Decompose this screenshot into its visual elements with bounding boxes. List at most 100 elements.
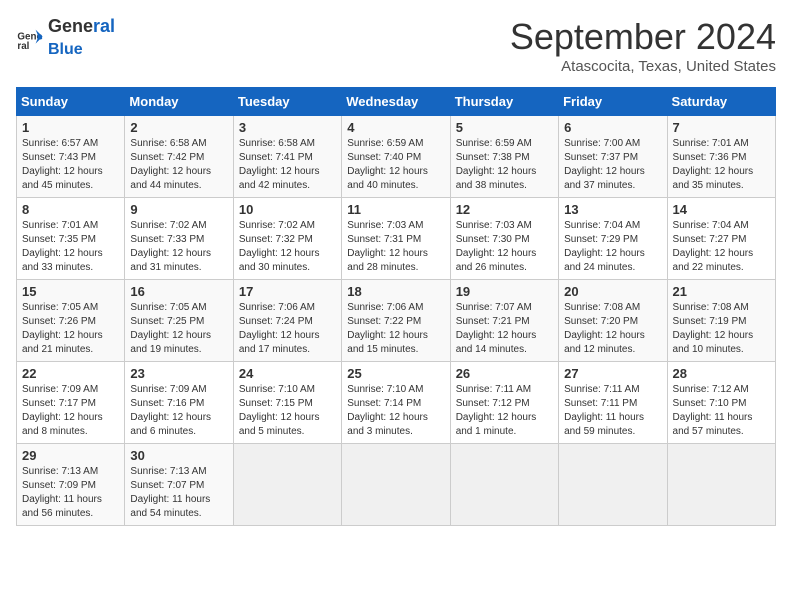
table-row: 27 Sunrise: 7:11 AMSunset: 7:11 PMDayligh… — [559, 362, 667, 444]
table-row: 20 Sunrise: 7:08 AMSunset: 7:20 PMDayligh… — [559, 280, 667, 362]
title-area: September 2024 Atascocita, Texas, United… — [510, 16, 776, 75]
table-row — [559, 444, 667, 526]
day-number: 28 — [673, 366, 770, 381]
table-row: 2 Sunrise: 6:58 AMSunset: 7:42 PMDaylight… — [125, 116, 233, 198]
cell-info: Sunrise: 7:03 AMSunset: 7:30 PMDaylight:… — [456, 220, 537, 273]
table-row: 13Sunrise: 7:04 AMSunset: 7:29 PMDayligh… — [559, 198, 667, 280]
col-thursday: Thursday — [450, 88, 558, 116]
calendar-week-row: 22Sunrise: 7:09 AMSunset: 7:17 PMDayligh… — [17, 362, 776, 444]
cell-info: Sunrise: 7:10 AMSunset: 7:15 PMDaylight:… — [239, 384, 320, 437]
day-number: 19 — [456, 284, 553, 299]
cell-info: Sunrise: 7:09 AMSunset: 7:16 PMDaylight:… — [130, 384, 211, 437]
table-row: 6 Sunrise: 7:00 AMSunset: 7:37 PMDaylight… — [559, 116, 667, 198]
table-row: 29Sunrise: 7:13 AMSunset: 7:09 PMDayligh… — [17, 444, 125, 526]
table-row — [450, 444, 558, 526]
cell-info: Sunrise: 7:10 AMSunset: 7:14 PMDaylight:… — [347, 384, 428, 437]
day-number: 7 — [673, 120, 770, 135]
day-number: 9 — [130, 202, 227, 217]
cell-info: Sunrise: 6:58 AMSunset: 7:42 PMDaylight:… — [130, 138, 211, 191]
table-row: 19 Sunrise: 7:07 AMSunset: 7:21 PMDayligh… — [450, 280, 558, 362]
table-row: 12 Sunrise: 7:03 AMSunset: 7:30 PMDayligh… — [450, 198, 558, 280]
table-row: 28 Sunrise: 7:12 AMSunset: 7:10 PMDayligh… — [667, 362, 775, 444]
table-row: 10 Sunrise: 7:02 AMSunset: 7:32 PMDayligh… — [233, 198, 341, 280]
day-number: 14 — [673, 202, 770, 217]
table-row: 5Sunrise: 6:59 AMSunset: 7:38 PMDaylight… — [450, 116, 558, 198]
calendar-week-row: 29Sunrise: 7:13 AMSunset: 7:09 PMDayligh… — [17, 444, 776, 526]
table-row: 23 Sunrise: 7:09 AMSunset: 7:16 PMDayligh… — [125, 362, 233, 444]
cell-info: Sunrise: 7:08 AMSunset: 7:19 PMDaylight:… — [673, 302, 754, 355]
table-row: 14 Sunrise: 7:04 AMSunset: 7:27 PMDayligh… — [667, 198, 775, 280]
col-saturday: Saturday — [667, 88, 775, 116]
cell-info: Sunrise: 7:02 AMSunset: 7:33 PMDaylight:… — [130, 220, 211, 273]
cell-info: Sunrise: 7:01 AMSunset: 7:35 PMDaylight:… — [22, 220, 103, 273]
logo: Gene ral B General Blue — [16, 16, 115, 59]
cell-info: Sunrise: 7:08 AMSunset: 7:20 PMDaylight:… — [564, 302, 645, 355]
day-number: 20 — [564, 284, 661, 299]
day-number: 26 — [456, 366, 553, 381]
table-row: 17Sunrise: 7:06 AMSunset: 7:24 PMDayligh… — [233, 280, 341, 362]
day-number: 8 — [22, 202, 119, 217]
col-sunday: Sunday — [17, 88, 125, 116]
cell-info: Sunrise: 7:11 AMSunset: 7:12 PMDaylight:… — [456, 384, 537, 437]
cell-info: Sunrise: 7:05 AMSunset: 7:26 PMDaylight:… — [22, 302, 103, 355]
header-row: Sunday Monday Tuesday Wednesday Thursday… — [17, 88, 776, 116]
table-row: 26 Sunrise: 7:11 AMSunset: 7:12 PMDayligh… — [450, 362, 558, 444]
day-number: 21 — [673, 284, 770, 299]
day-number: 16 — [130, 284, 227, 299]
day-number: 27 — [564, 366, 661, 381]
day-number: 18 — [347, 284, 444, 299]
day-number: 17 — [239, 284, 336, 299]
col-friday: Friday — [559, 88, 667, 116]
cell-info: Sunrise: 7:02 AMSunset: 7:32 PMDaylight:… — [239, 220, 320, 273]
table-row: 16Sunrise: 7:05 AMSunset: 7:25 PMDayligh… — [125, 280, 233, 362]
cell-info: Sunrise: 7:00 AMSunset: 7:37 PMDaylight:… — [564, 138, 645, 191]
table-row: 30Sunrise: 7:13 AMSunset: 7:07 PMDayligh… — [125, 444, 233, 526]
day-number: 15 — [22, 284, 119, 299]
calendar-title: September 2024 — [510, 16, 776, 58]
col-monday: Monday — [125, 88, 233, 116]
calendar-week-row: 8 Sunrise: 7:01 AMSunset: 7:35 PMDaylight… — [17, 198, 776, 280]
cell-info: Sunrise: 7:01 AMSunset: 7:36 PMDaylight:… — [673, 138, 754, 191]
cell-info: Sunrise: 7:03 AMSunset: 7:31 PMDaylight:… — [347, 220, 428, 273]
table-row: 25 Sunrise: 7:10 AMSunset: 7:14 PMDayligh… — [342, 362, 450, 444]
table-row: 21 Sunrise: 7:08 AMSunset: 7:19 PMDayligh… — [667, 280, 775, 362]
calendar-table: Sunday Monday Tuesday Wednesday Thursday… — [16, 87, 776, 526]
day-number: 4 — [347, 120, 444, 135]
day-number: 6 — [564, 120, 661, 135]
table-row: 3 Sunrise: 6:58 AMSunset: 7:41 PMDaylight… — [233, 116, 341, 198]
cell-info: Sunrise: 7:11 AMSunset: 7:11 PMDaylight:… — [564, 384, 644, 437]
table-row: 4 Sunrise: 6:59 AMSunset: 7:40 PMDaylight… — [342, 116, 450, 198]
day-number: 10 — [239, 202, 336, 217]
cell-info: Sunrise: 6:59 AMSunset: 7:38 PMDaylight:… — [456, 138, 537, 191]
day-number: 23 — [130, 366, 227, 381]
table-row — [233, 444, 341, 526]
table-row: 9 Sunrise: 7:02 AMSunset: 7:33 PMDaylight… — [125, 198, 233, 280]
cell-info: Sunrise: 7:12 AMSunset: 7:10 PMDaylight:… — [673, 384, 753, 437]
cell-info: Sunrise: 7:04 AMSunset: 7:27 PMDaylight:… — [673, 220, 754, 273]
table-row — [667, 444, 775, 526]
table-row: 18 Sunrise: 7:06 AMSunset: 7:22 PMDayligh… — [342, 280, 450, 362]
cell-info: Sunrise: 7:13 AMSunset: 7:09 PMDaylight:… — [22, 466, 102, 519]
cell-info: Sunrise: 6:59 AMSunset: 7:40 PMDaylight:… — [347, 138, 428, 191]
calendar-subtitle: Atascocita, Texas, United States — [510, 58, 776, 75]
day-number: 22 — [22, 366, 119, 381]
cell-info: Sunrise: 6:57 AMSunset: 7:43 PMDaylight:… — [22, 138, 103, 191]
table-row: 7 Sunrise: 7:01 AMSunset: 7:36 PMDaylight… — [667, 116, 775, 198]
day-number: 13 — [564, 202, 661, 217]
logo-name: General Blue — [48, 16, 115, 59]
day-number: 1 — [22, 120, 119, 135]
col-tuesday: Tuesday — [233, 88, 341, 116]
day-number: 3 — [239, 120, 336, 135]
svg-text:B: B — [37, 32, 43, 41]
cell-info: Sunrise: 7:06 AMSunset: 7:22 PMDaylight:… — [347, 302, 428, 355]
table-row: 8 Sunrise: 7:01 AMSunset: 7:35 PMDaylight… — [17, 198, 125, 280]
day-number: 11 — [347, 202, 444, 217]
day-number: 2 — [130, 120, 227, 135]
cell-info: Sunrise: 7:07 AMSunset: 7:21 PMDaylight:… — [456, 302, 537, 355]
calendar-week-row: 1 Sunrise: 6:57 AMSunset: 7:43 PMDaylight… — [17, 116, 776, 198]
day-number: 12 — [456, 202, 553, 217]
day-number: 25 — [347, 366, 444, 381]
table-row: 11 Sunrise: 7:03 AMSunset: 7:31 PMDayligh… — [342, 198, 450, 280]
cell-info: Sunrise: 6:58 AMSunset: 7:41 PMDaylight:… — [239, 138, 320, 191]
table-row: 1 Sunrise: 6:57 AMSunset: 7:43 PMDaylight… — [17, 116, 125, 198]
